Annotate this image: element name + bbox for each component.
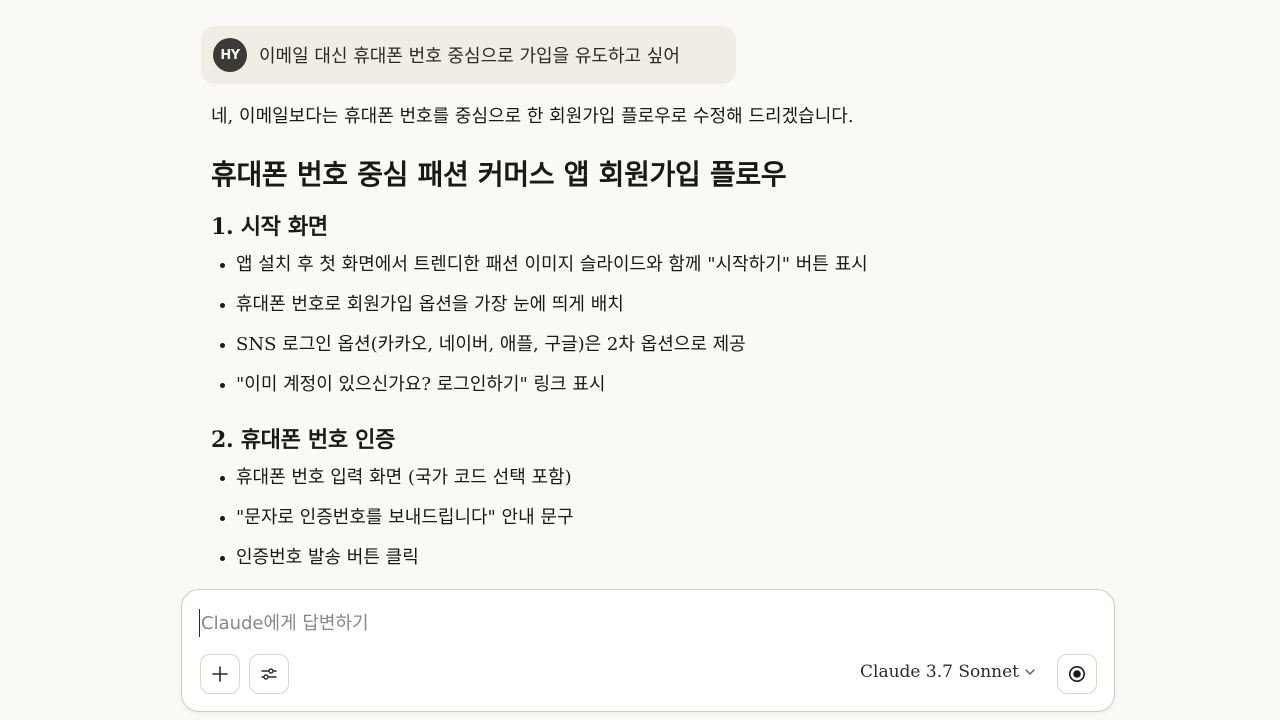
sliders-icon	[261, 668, 277, 680]
record-icon	[1069, 666, 1085, 682]
avatar[interactable]: HY	[213, 38, 247, 72]
message-composer: Claude 3.7 Sonnet	[181, 589, 1115, 712]
bullet-list: 앱 설치 후 첫 화면에서 트렌디한 패션 이미지 슬라이드와 함께 "시작하기…	[211, 245, 971, 405]
plus-icon	[212, 666, 228, 682]
chat-page: HY 이메일 대신 휴대폰 번호 중심으로 가입을 유도하고 싶어 네, 이메일…	[0, 0, 1280, 720]
model-label: Claude 3.7 Sonnet	[860, 662, 1019, 682]
model-selector[interactable]: Claude 3.7 Sonnet	[860, 662, 1036, 682]
user-message-text: 이메일 대신 휴대폰 번호 중심으로 가입을 유도하고 싶어	[259, 46, 680, 67]
section-heading: 2. 휴대폰 번호 인증	[211, 427, 396, 453]
tools-button[interactable]	[249, 654, 289, 694]
record-button[interactable]	[1057, 654, 1097, 694]
list-item: "이미 계정이 있으신가요? 로그인하기" 링크 표시	[211, 365, 971, 405]
list-item: 휴대폰 번호 입력 화면 (국가 코드 선택 포함)	[211, 458, 971, 498]
reply-input[interactable]	[199, 609, 1079, 637]
response-title: 휴대폰 번호 중심 패션 커머스 앱 회원가입 플로우	[211, 158, 787, 191]
list-item: 인증번호 발송 버튼 클릭	[211, 538, 971, 578]
section-heading: 1. 시작 화면	[211, 214, 328, 240]
list-item: "문자로 인증번호를 보내드립니다" 안내 문구	[211, 498, 971, 538]
bullet-list: 휴대폰 번호 입력 화면 (국가 코드 선택 포함) "문자로 인증번호를 보내…	[211, 458, 971, 578]
list-item: 휴대폰 번호로 회원가입 옵션을 가장 눈에 띄게 배치	[211, 285, 971, 325]
list-item: SNS 로그인 옵션(카카오, 네이버, 애플, 구글)은 2차 옵션으로 제공	[211, 325, 971, 365]
assistant-response: 네, 이메일보다는 휴대폰 번호를 중심으로 한 회원가입 플로우로 수정해 드…	[211, 102, 971, 578]
chevron-down-icon	[1025, 669, 1035, 675]
response-intro: 네, 이메일보다는 휴대폰 번호를 중심으로 한 회원가입 플로우로 수정해 드…	[211, 106, 854, 127]
attach-button[interactable]	[200, 654, 240, 694]
list-item: 앱 설치 후 첫 화면에서 트렌디한 패션 이미지 슬라이드와 함께 "시작하기…	[211, 245, 971, 285]
user-message: HY 이메일 대신 휴대폰 번호 중심으로 가입을 유도하고 싶어	[201, 26, 736, 84]
